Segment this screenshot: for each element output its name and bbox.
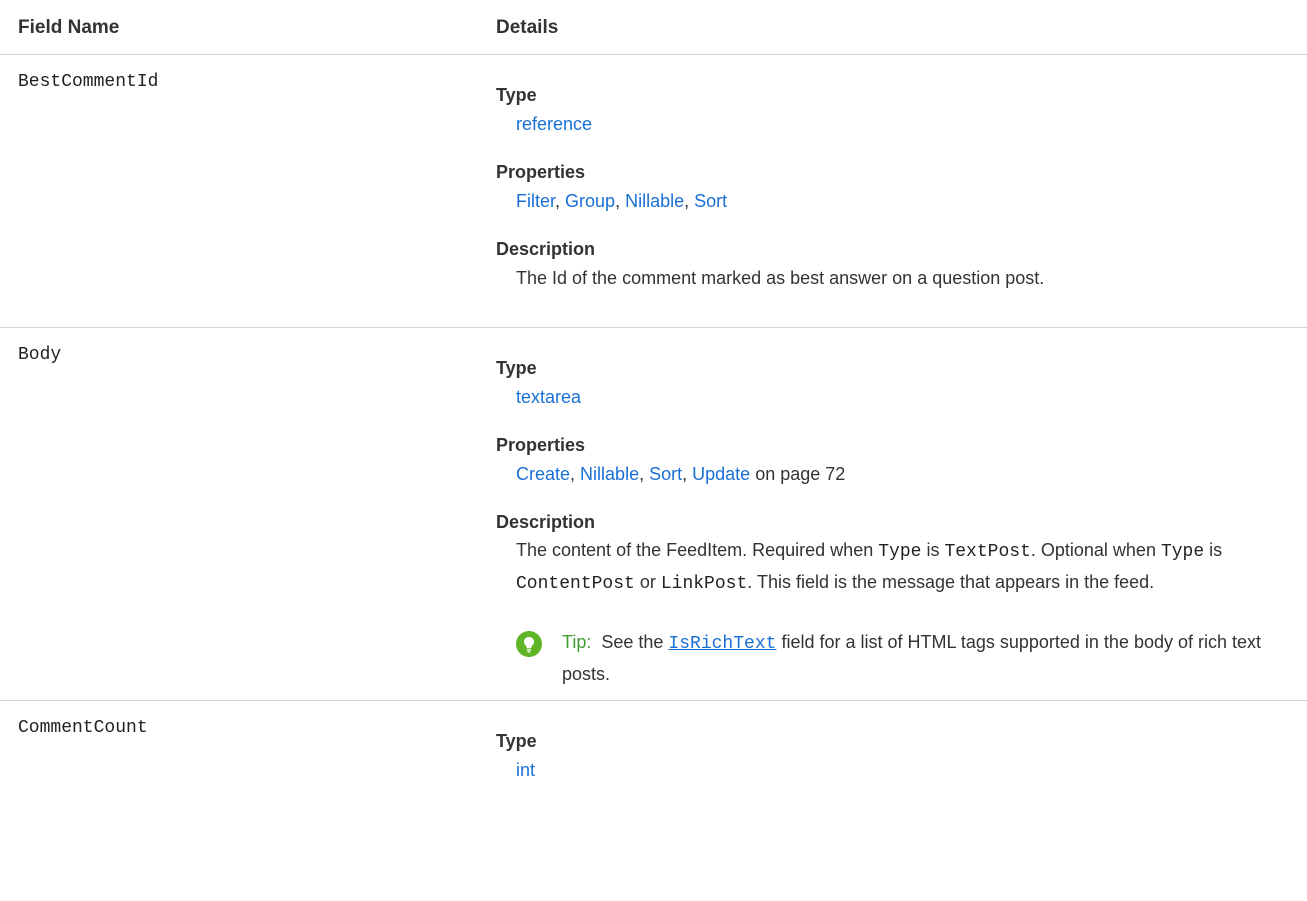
type-label: Type bbox=[496, 358, 537, 378]
table-row: CommentCount Type int bbox=[0, 701, 1307, 901]
property-link-nillable[interactable]: Nillable bbox=[580, 464, 639, 484]
property-link-sort[interactable]: Sort bbox=[694, 191, 727, 211]
type-value: reference bbox=[516, 114, 592, 135]
description-label: Description bbox=[496, 239, 596, 259]
property-link-update[interactable]: Update bbox=[692, 464, 750, 484]
property-link-sort[interactable]: Sort bbox=[649, 464, 682, 484]
description-text: The content of the FeedItem. Required wh… bbox=[516, 540, 1223, 594]
code-textpost: TextPost bbox=[944, 542, 1031, 562]
type-link[interactable]: textarea bbox=[516, 387, 581, 407]
property-link-filter[interactable]: Filter bbox=[516, 191, 555, 211]
type-label: Type bbox=[496, 731, 537, 751]
page-reference: on page 72 bbox=[755, 464, 846, 484]
property-link-nillable[interactable]: Nillable bbox=[625, 191, 684, 211]
field-table: Field Name Details BestCommentId Type re… bbox=[0, 0, 1307, 901]
properties-label: Properties bbox=[496, 435, 586, 455]
type-value: textarea bbox=[516, 387, 581, 408]
column-header-details: Details bbox=[496, 17, 559, 38]
lightbulb-icon bbox=[516, 631, 542, 657]
column-header-field-name: Field Name bbox=[18, 17, 120, 38]
property-link-group[interactable]: Group bbox=[565, 191, 615, 211]
type-value: int bbox=[516, 760, 535, 781]
description-text: The Id of the comment marked as best ans… bbox=[516, 268, 1045, 288]
property-link-create[interactable]: Create bbox=[516, 464, 570, 484]
field-name: CommentCount bbox=[18, 718, 148, 738]
table-row: BestCommentId Type reference Properties … bbox=[0, 55, 1307, 328]
table-row: Body Type textarea Properties Create, Ni… bbox=[0, 328, 1307, 701]
table-header: Field Name Details bbox=[0, 0, 1307, 55]
code-linkpost: LinkPost bbox=[660, 574, 748, 594]
isrichtext-link[interactable]: IsRichText bbox=[668, 634, 776, 654]
tip-label: Tip: bbox=[562, 632, 592, 652]
type-link[interactable]: reference bbox=[516, 114, 592, 134]
properties-value: Create, Nillable, Sort, Update on page 7… bbox=[516, 464, 846, 484]
field-name: Body bbox=[18, 345, 62, 365]
tip-text: Tip: See the IsRichText field for a list… bbox=[562, 632, 1262, 684]
code-type: Type bbox=[1160, 542, 1205, 562]
field-name: BestCommentId bbox=[18, 72, 159, 92]
code-type: Type bbox=[878, 542, 922, 562]
properties-label: Properties bbox=[496, 162, 586, 182]
description-label: Description bbox=[496, 512, 596, 532]
code-contentpost: ContentPost bbox=[516, 574, 635, 594]
type-link[interactable]: int bbox=[516, 760, 535, 780]
properties-value: Filter, Group, Nillable, Sort bbox=[516, 191, 728, 211]
type-label: Type bbox=[496, 85, 537, 105]
